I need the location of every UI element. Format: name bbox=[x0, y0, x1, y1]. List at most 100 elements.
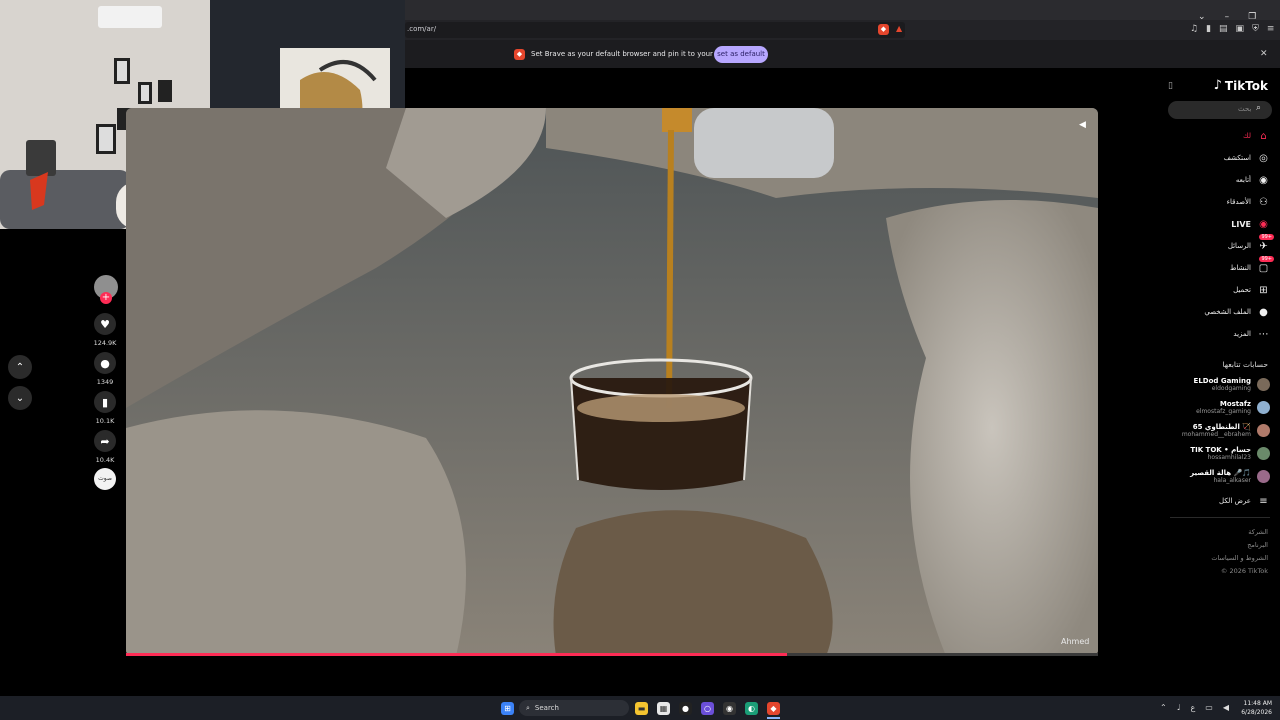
taskbar-search-label: Search bbox=[534, 704, 559, 712]
account-handle: eldodgaming bbox=[1211, 385, 1251, 392]
app-icon[interactable]: ○ bbox=[701, 702, 714, 715]
sidebar-divider bbox=[1170, 517, 1270, 518]
like-button[interactable]: ♥ bbox=[94, 313, 116, 335]
calendar-app-icon[interactable]: ▦ bbox=[657, 702, 670, 715]
media-icon[interactable]: ♫ bbox=[1190, 24, 1198, 34]
sidebar-item-label: الأصدقاء bbox=[1226, 198, 1251, 206]
sidebar-item-0[interactable]: لك ⌂ bbox=[1243, 127, 1270, 145]
heart-icon: ♥ bbox=[100, 317, 110, 331]
following-account[interactable]: Mostafz elmostafz_gaming bbox=[1196, 400, 1270, 415]
account-handle: hala_alkaser bbox=[1213, 477, 1252, 484]
next-video-button[interactable]: ⌄ bbox=[8, 386, 32, 410]
tray-chevron-icon[interactable]: ⌃ bbox=[1160, 703, 1167, 712]
sidebar-item-label: لك bbox=[1242, 132, 1251, 140]
sidebar-item-8[interactable]: الملف الشخصي ● bbox=[1204, 303, 1270, 321]
following-account[interactable]: TIK TOK • حسام hossamhilal23 bbox=[1190, 446, 1270, 461]
url-text[interactable]: .com/ar/ bbox=[407, 25, 436, 33]
tiktok-logo[interactable]: ♪ TikTok bbox=[1214, 78, 1268, 93]
shares-count: 10.4K bbox=[95, 456, 115, 464]
mic-icon[interactable]: ♩ bbox=[1177, 703, 1181, 712]
edge-icon[interactable]: ◐ bbox=[745, 702, 758, 715]
sidebar-item-5[interactable]: الرسائل ✈ 99+ bbox=[1228, 234, 1274, 255]
sidebar-item-1[interactable]: استكشف ◎ bbox=[1224, 149, 1270, 167]
list-icon: ≡ bbox=[1259, 495, 1268, 507]
wallet-icon[interactable]: ▣ bbox=[1236, 24, 1245, 34]
account-text: TIK TOK • حسام hossamhilal23 bbox=[1190, 446, 1251, 461]
infobar-text: Set Brave as your default browser and pi… bbox=[531, 50, 742, 58]
account-name: ELDod Gaming bbox=[1193, 377, 1251, 385]
account-handle: mohammed__ebrahem bbox=[1181, 431, 1251, 438]
windows-start-icon[interactable]: ⊞ bbox=[501, 702, 514, 715]
sidebar-item-2[interactable]: أتابعه ◉ bbox=[1236, 171, 1270, 189]
sidebar-item-label: الملف الشخصي bbox=[1204, 308, 1251, 316]
volume-icon[interactable]: ◀ bbox=[1079, 120, 1086, 130]
account-text: هالة القصير 🎤🎵 hala_alkaser bbox=[1190, 469, 1251, 484]
network-icon[interactable]: ▭ bbox=[1205, 703, 1213, 712]
footer-company[interactable]: الشركة bbox=[1248, 528, 1268, 536]
footer-terms[interactable]: الشروط و السياسات bbox=[1211, 554, 1268, 562]
sidebar-item-7[interactable]: تحميل ⊞ bbox=[1233, 281, 1270, 299]
clock-date: 6/28/2026 bbox=[1241, 709, 1272, 716]
reading-list-icon[interactable]: ▤ bbox=[1219, 24, 1228, 34]
follow-plus-icon[interactable]: + bbox=[100, 292, 112, 304]
bookmark-icon: ▮ bbox=[101, 395, 109, 409]
following-account[interactable]: الطنطاوي 65 🏹 mohammed__ebrahem bbox=[1182, 423, 1270, 438]
footer-program[interactable]: البرنامج bbox=[1247, 541, 1268, 549]
sound-disc[interactable]: صوت bbox=[94, 468, 116, 490]
comment-button[interactable]: ● bbox=[94, 352, 116, 374]
obs-icon[interactable]: ● bbox=[679, 702, 692, 715]
sidebar-item-9[interactable]: المزيد ⋯ bbox=[1233, 325, 1270, 343]
active-app-indicator bbox=[767, 717, 780, 719]
following-account[interactable]: هالة القصير 🎤🎵 hala_alkaser bbox=[1190, 469, 1270, 484]
clock-time: 11:48 AM bbox=[1243, 700, 1272, 707]
account-name: Mostafz bbox=[1219, 400, 1251, 408]
sidebar-item-label: أتابعه bbox=[1235, 176, 1251, 184]
chrome-icon[interactable]: ◉ bbox=[723, 702, 736, 715]
sidebar-item-label: استكشف bbox=[1223, 154, 1251, 162]
url-field[interactable] bbox=[405, 22, 905, 38]
home-icon: ⌂ bbox=[1260, 130, 1267, 142]
brave-taskbar-icon[interactable]: ◆ bbox=[767, 702, 780, 715]
sidebar-toggle-icon[interactable]: ▮ bbox=[1206, 24, 1211, 34]
brave-shields-icon[interactable]: ◆ bbox=[878, 24, 889, 35]
friends-icon: ⚇ bbox=[1259, 196, 1268, 208]
sidebar-item-4[interactable]: LIVE ◉ bbox=[1231, 215, 1270, 233]
comment-icon: ● bbox=[100, 356, 110, 370]
account-name: هالة القصير 🎤🎵 bbox=[1190, 469, 1251, 477]
following-account[interactable]: ELDod Gaming eldodgaming bbox=[1194, 377, 1270, 392]
collapse-sidebar-icon[interactable]: ▯ bbox=[1168, 81, 1173, 91]
search-icon[interactable]: ⌕ bbox=[1256, 103, 1261, 113]
messages-icon: ✈ bbox=[1259, 240, 1268, 252]
sidebar-item-6[interactable]: النشاط ▢ 99+ bbox=[1229, 256, 1274, 277]
video-player[interactable] bbox=[126, 108, 1098, 656]
video-watermark: Ahmed bbox=[1061, 637, 1090, 646]
share-icon: ➦ bbox=[100, 434, 110, 448]
sidebar-item-label: النشاط bbox=[1229, 264, 1251, 272]
profile-icon: ● bbox=[1259, 306, 1268, 318]
volume-tray-icon[interactable]: ◀ bbox=[1223, 703, 1229, 712]
previous-video-button[interactable]: ⌃ bbox=[8, 355, 32, 379]
set-default-button[interactable]: set as default bbox=[714, 46, 768, 63]
sidebar-item-3[interactable]: الأصدقاء ⚇ bbox=[1227, 193, 1270, 211]
clock[interactable]: 11:48 AM 6/28/2026 bbox=[1236, 699, 1272, 717]
avatar bbox=[1257, 470, 1270, 483]
avatar bbox=[1257, 424, 1270, 437]
saves-count: 10.1K bbox=[95, 417, 115, 425]
file-explorer-icon[interactable]: ▬ bbox=[635, 702, 648, 715]
sidebar-item-label: المزيد bbox=[1233, 330, 1251, 338]
brave-rewards-icon[interactable]: ▲ bbox=[896, 24, 902, 33]
video-progress-fill bbox=[126, 653, 787, 656]
chevron-down-icon: ⌄ bbox=[15, 392, 25, 404]
compass-icon: ◎ bbox=[1259, 152, 1268, 164]
infobar-close-icon[interactable]: ✕ bbox=[1260, 49, 1268, 59]
see-more-link[interactable]: عرض الكل ≡ bbox=[1219, 492, 1270, 510]
share-button[interactable]: ➦ bbox=[94, 430, 116, 452]
vpn-icon[interactable]: ⛨ bbox=[1252, 24, 1259, 34]
taskbar-search[interactable]: ⌕ Search bbox=[519, 700, 629, 716]
menu-icon[interactable]: ≡ bbox=[1267, 24, 1275, 34]
following-icon: ◉ bbox=[1259, 174, 1268, 186]
save-button[interactable]: ▮ bbox=[94, 391, 116, 413]
comments-count: 1349 bbox=[96, 378, 114, 386]
upload-icon: ⊞ bbox=[1259, 284, 1268, 296]
lang-indicator[interactable]: ع bbox=[1190, 703, 1195, 712]
